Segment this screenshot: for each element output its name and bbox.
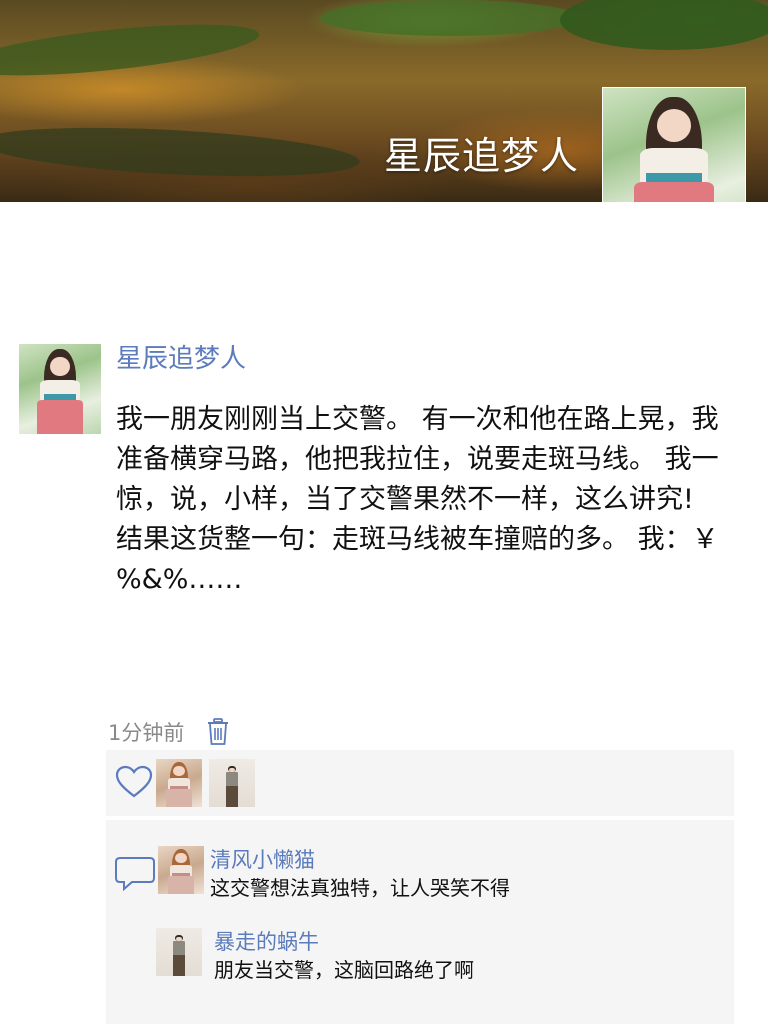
post-author-name[interactable]: 星辰追梦人 [116, 341, 246, 377]
comment-text: 朋友当交警，这脑回路绝了啊 [214, 958, 474, 982]
comment-author[interactable]: 清风小懒猫 [210, 846, 315, 874]
like-avatar-2[interactable] [209, 759, 255, 807]
comment-avatar[interactable] [156, 928, 202, 976]
cover-avatar[interactable] [602, 87, 746, 202]
post-content: 我一朋友刚刚当上交警。 有一次和他在路上晃，我准备横穿马路，他把我拉住，说要走斑… [116, 404, 719, 595]
comment-author[interactable]: 暴走的蜗牛 [214, 928, 319, 956]
post-time: 1分钟前 [108, 721, 185, 745]
likes-panel [106, 750, 734, 816]
cover-username: 星辰追梦人 [384, 134, 580, 178]
post-meta: 1分钟前 [108, 716, 230, 748]
heart-icon[interactable] [114, 763, 154, 803]
comment-avatar[interactable] [158, 846, 204, 894]
comment-text: 这交警想法真独特，让人哭笑不得 [210, 876, 510, 900]
comment-bubble-icon [114, 854, 156, 892]
trash-icon[interactable] [206, 718, 230, 746]
cover-image: 星辰追梦人 [0, 0, 768, 202]
like-avatar-1[interactable] [156, 759, 202, 807]
post-author-avatar[interactable] [19, 344, 101, 434]
comments-panel: 清风小懒猫 这交警想法真独特，让人哭笑不得 暴走的蜗牛 朋友当交警，这脑回路绝了… [106, 820, 734, 1024]
